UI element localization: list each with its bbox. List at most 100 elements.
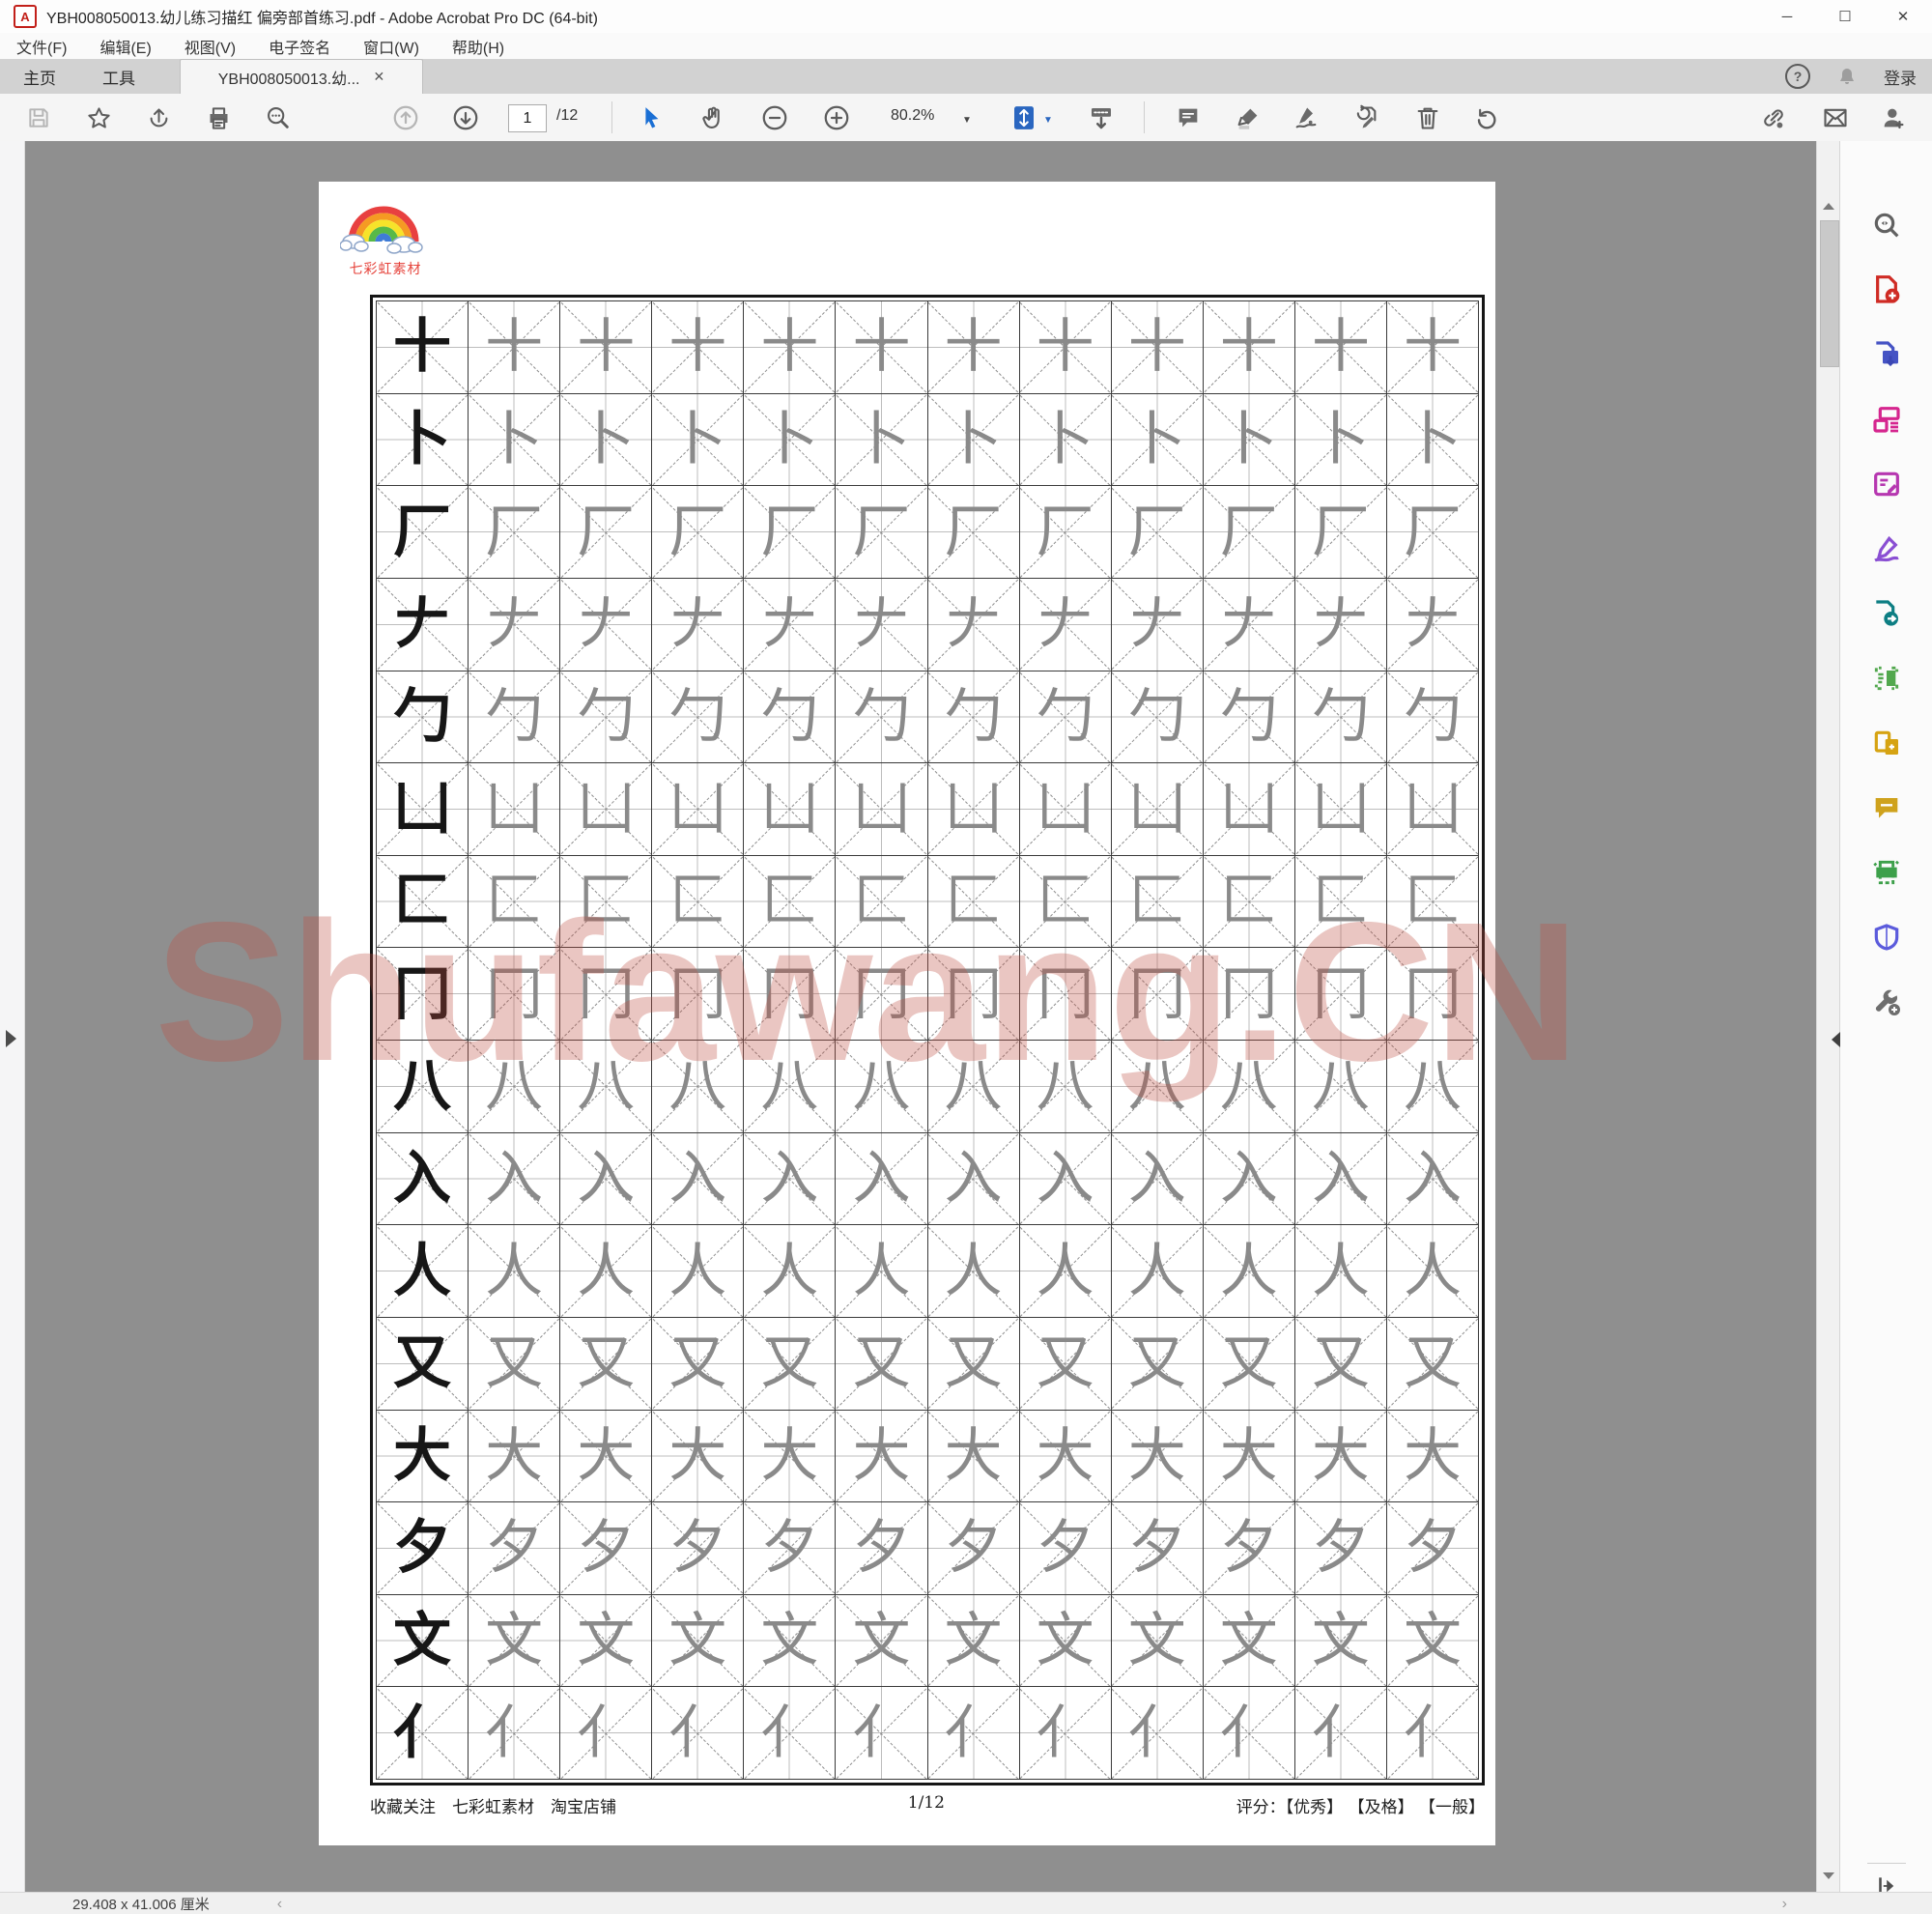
trace-character-cell: 冂 — [1386, 948, 1479, 1041]
select-tool-icon[interactable] — [638, 102, 668, 133]
minimize-button[interactable]: ─ — [1758, 0, 1816, 33]
practice-character: 文 — [1036, 1607, 1094, 1675]
sidebar-edit-pdf-icon[interactable] — [1870, 468, 1903, 500]
sidebar-print-production-icon[interactable] — [1870, 856, 1903, 889]
add-contact-icon[interactable] — [1878, 102, 1909, 133]
save-icon[interactable] — [23, 102, 54, 133]
title-bar: A YBH008050013.幼儿练习描红 偏旁部首练习.pdf - Adobe… — [0, 0, 1932, 34]
tab-close-icon[interactable]: ✕ — [374, 69, 385, 85]
model-character-cell: 文 — [377, 1594, 469, 1688]
sidebar-protect-icon[interactable] — [1870, 921, 1903, 954]
print-icon[interactable] — [203, 102, 234, 133]
model-character-cell: 夕 — [377, 1502, 469, 1595]
share-link-icon[interactable] — [1758, 102, 1789, 133]
practice-character: 亻 — [1127, 1699, 1186, 1767]
tab-tools[interactable]: 工具 — [79, 59, 158, 94]
menu-esign[interactable]: 电子签名 — [252, 35, 347, 58]
practice-character: 八 — [852, 1052, 911, 1121]
sidebar-send-review-icon[interactable] — [1870, 597, 1903, 630]
trace-character-cell: 冂 — [1203, 948, 1295, 1041]
search-tool-icon[interactable] — [263, 102, 294, 133]
practice-character: 十 — [1219, 313, 1278, 382]
notifications-bell-icon[interactable] — [1835, 65, 1859, 88]
export-pdf-tool-icon[interactable] — [1350, 102, 1381, 133]
sign-icon[interactable] — [1291, 102, 1321, 133]
sidebar-combine-files-icon[interactable] — [1870, 727, 1903, 759]
trace-character-cell: 人 — [1111, 1225, 1204, 1318]
status-chevron-left-icon[interactable]: ‹ — [277, 1896, 282, 1913]
login-button[interactable]: 登录 — [1884, 65, 1917, 89]
help-icon[interactable]: ? — [1785, 64, 1810, 89]
practice-character: 勹 — [1219, 682, 1278, 751]
share-upload-icon[interactable] — [143, 102, 174, 133]
sidebar-search-icon[interactable] — [1870, 209, 1903, 242]
sidebar-organize-pages-icon[interactable] — [1870, 403, 1903, 436]
scroll-up-icon[interactable] — [1819, 195, 1838, 216]
menu-help[interactable]: 帮助(H) — [436, 35, 521, 58]
vertical-scrollbar[interactable] — [1816, 141, 1840, 1892]
menu-file[interactable]: 文件(F) — [0, 35, 83, 58]
next-page-icon[interactable] — [450, 102, 481, 133]
hand-tool-icon[interactable] — [697, 102, 728, 133]
zoom-dropdown-caret[interactable]: ▼ — [962, 115, 972, 126]
practice-character: 人 — [668, 1237, 727, 1305]
trace-character-cell: 大 — [927, 1410, 1020, 1503]
sidebar-export-pdf-icon[interactable] — [1870, 338, 1903, 371]
practice-character: 亻 — [1219, 1699, 1278, 1767]
practice-character: 文 — [485, 1607, 544, 1675]
comment-icon[interactable] — [1173, 102, 1204, 133]
close-button[interactable]: ✕ — [1874, 0, 1932, 33]
sidebar-collapse-icon[interactable] — [1832, 1032, 1840, 1047]
maximize-button[interactable]: ☐ — [1816, 0, 1874, 33]
practice-character: 匚 — [577, 868, 636, 936]
zoom-level-value[interactable]: 80.2% — [891, 107, 934, 125]
trace-character-cell: 又 — [469, 1317, 561, 1411]
highlight-icon[interactable] — [1233, 102, 1264, 133]
scrollbar-thumb[interactable] — [1820, 220, 1839, 367]
sidebar-more-tools-icon[interactable] — [1870, 986, 1903, 1018]
sidebar-fill-sign-icon[interactable] — [1870, 532, 1903, 565]
trace-character-cell: 匚 — [927, 855, 1020, 949]
trace-character-cell: 夕 — [652, 1502, 745, 1595]
trace-character-cell: 十 — [1294, 301, 1387, 394]
trace-character-cell: 入 — [1111, 1132, 1204, 1226]
email-icon[interactable] — [1820, 102, 1851, 133]
zoom-out-icon[interactable] — [759, 102, 790, 133]
tab-document[interactable]: YBH008050013.幼... ✕ — [180, 59, 423, 94]
menu-view[interactable]: 视图(V) — [168, 35, 252, 58]
sidebar-scan-ocr-icon[interactable] — [1870, 662, 1903, 695]
trace-character-cell: 十 — [1019, 301, 1112, 394]
star-icon[interactable] — [83, 102, 114, 133]
trace-character-cell: 厂 — [1019, 486, 1112, 579]
trace-character-cell: 勹 — [1111, 671, 1204, 764]
status-chevron-right-icon[interactable]: › — [1782, 1896, 1787, 1913]
practice-character: 大 — [944, 1421, 1003, 1490]
page-number-input[interactable]: 1 — [508, 104, 547, 132]
scroll-down-icon[interactable] — [1819, 1865, 1838, 1886]
undo-icon[interactable] — [1470, 102, 1501, 133]
menu-window[interactable]: 窗口(W) — [347, 35, 436, 58]
zoom-in-icon[interactable] — [821, 102, 852, 133]
delete-pages-icon[interactable] — [1412, 102, 1443, 133]
fit-dropdown-caret[interactable]: ▼ — [1043, 115, 1053, 126]
practice-character: 文 — [1127, 1607, 1186, 1675]
model-character-cell: 人 — [377, 1225, 469, 1318]
tab-home[interactable]: 主页 — [0, 59, 79, 94]
read-mode-icon[interactable] — [1086, 102, 1117, 133]
window-title: YBH008050013.幼儿练习描红 偏旁部首练习.pdf - Adobe A… — [46, 11, 598, 27]
practice-character: 文 — [668, 1607, 727, 1675]
trace-character-cell: 十 — [1386, 301, 1479, 394]
practice-character: 亻 — [852, 1699, 911, 1767]
practice-character: 入 — [577, 1144, 636, 1213]
left-panel-toggle-icon[interactable] — [6, 1030, 16, 1047]
sidebar-create-pdf-icon[interactable] — [1870, 273, 1903, 306]
trace-character-cell: 勹 — [927, 671, 1020, 764]
fit-width-icon[interactable] — [1009, 102, 1039, 133]
trace-character-cell: 亻 — [1111, 1687, 1204, 1780]
sidebar-comment-icon[interactable] — [1870, 791, 1903, 824]
menu-edit[interactable]: 编辑(E) — [83, 35, 167, 58]
trace-character-cell: 入 — [1386, 1132, 1479, 1226]
previous-page-icon[interactable] — [390, 102, 421, 133]
trace-character-cell: 凵 — [560, 763, 653, 856]
status-bar: 29.408 x 41.006 厘米 ‹ › — [0, 1892, 1932, 1914]
